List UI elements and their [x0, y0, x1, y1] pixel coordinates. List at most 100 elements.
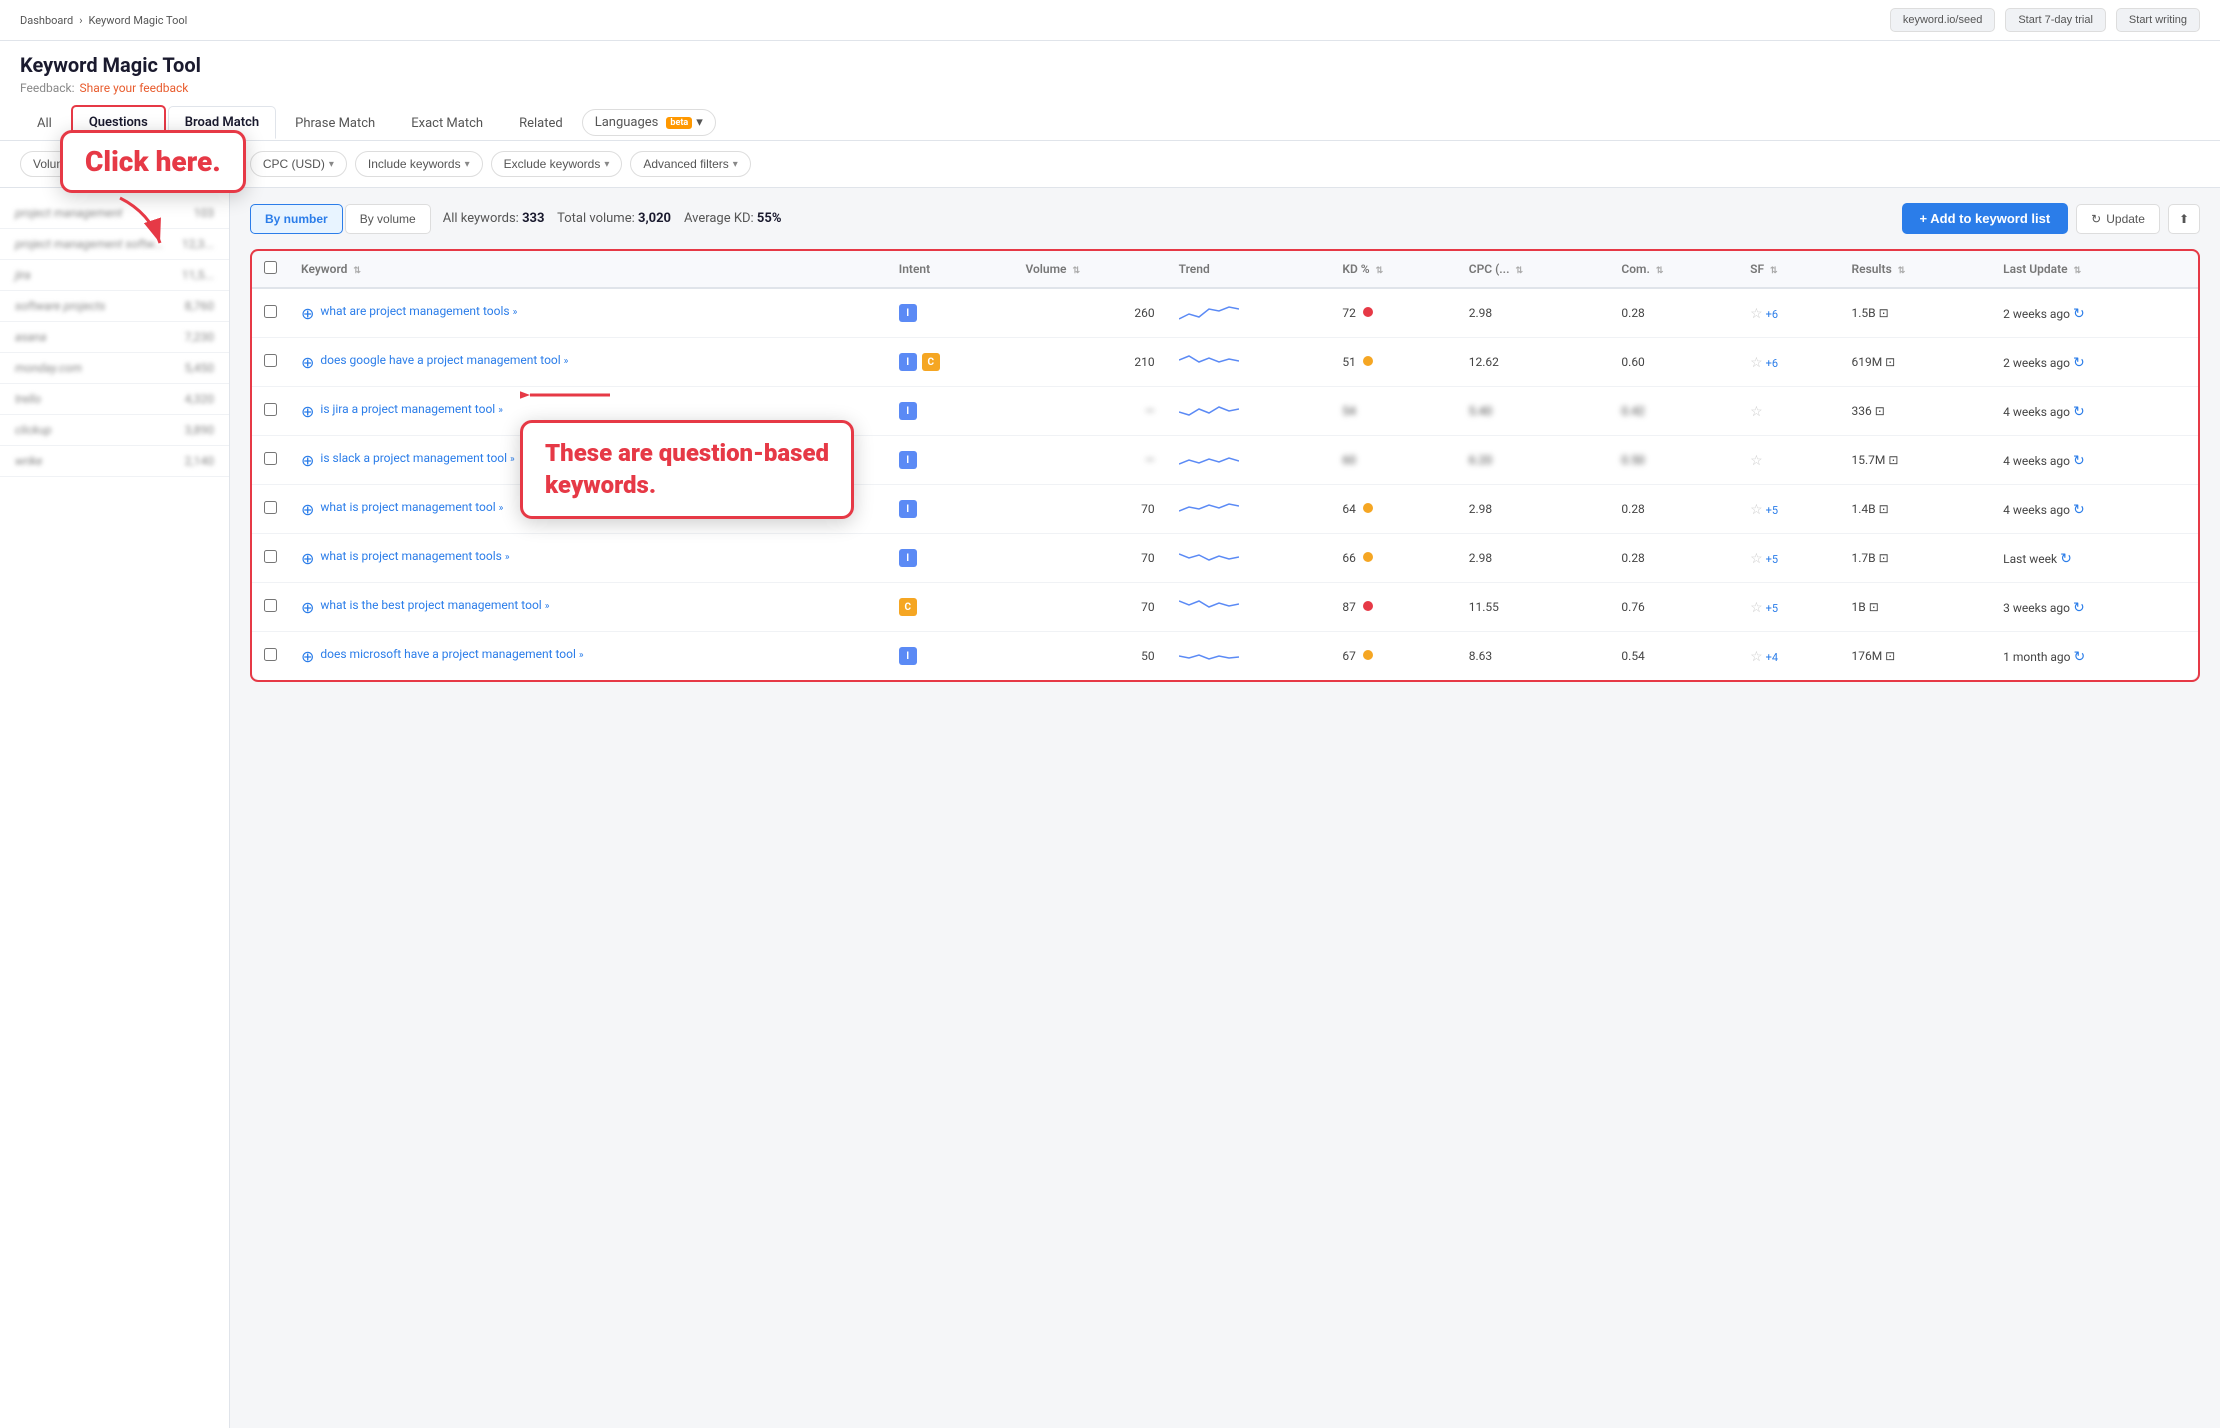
select-all-checkbox[interactable]	[264, 261, 277, 274]
volume-col-header[interactable]: Volume ⇅	[1013, 251, 1166, 288]
results-icon: ⊡	[1879, 306, 1889, 320]
refresh-btn[interactable]: ↻	[2073, 354, 2085, 371]
add-to-keyword-list-btn[interactable]: + Add to keyword list	[1902, 203, 2069, 234]
row-checkbox[interactable]	[264, 452, 277, 465]
chevron-down-icon: ▾	[224, 159, 229, 170]
sf-col-header[interactable]: SF ⇅	[1738, 251, 1839, 288]
tab-questions[interactable]: Questions	[71, 105, 166, 140]
start-writing-btn[interactable]: Start writing	[2116, 8, 2200, 32]
export-btn[interactable]: ⬆	[2168, 204, 2200, 234]
keyword-link[interactable]: is jira a project management tool	[320, 402, 495, 416]
results-col-header[interactable]: Results ⇅	[1839, 251, 1991, 288]
list-item[interactable]: software projects 8,760	[0, 291, 229, 322]
star-btn[interactable]: ☆	[1750, 648, 1763, 665]
keyword-link[interactable]: what is the best project management tool	[320, 598, 541, 612]
tab-all[interactable]: All	[20, 107, 69, 139]
star-btn[interactable]: ☆	[1750, 501, 1763, 518]
expand-keyword-btn[interactable]: ⊕	[301, 402, 314, 421]
expand-keyword-btn[interactable]: ⊕	[301, 353, 314, 372]
upload-icon: ⬆	[2179, 212, 2189, 226]
keyword-link[interactable]: what is project management tools	[320, 549, 501, 563]
list-item[interactable]: trello 4,320	[0, 384, 229, 415]
refresh-btn[interactable]: ↻	[2073, 403, 2085, 420]
expand-keyword-btn[interactable]: ⊕	[301, 549, 314, 568]
intent-badge: I	[899, 647, 917, 665]
seed-url-btn[interactable]: keyword.io/seed	[1890, 8, 1996, 32]
expand-keyword-btn[interactable]: ⊕	[301, 304, 314, 323]
keyword-link[interactable]: what are project management tools	[320, 304, 509, 318]
cpc-col-header[interactable]: CPC (... ⇅	[1457, 251, 1610, 288]
star-btn[interactable]: ☆	[1750, 403, 1763, 420]
trend-col-header[interactable]: Trend	[1167, 251, 1331, 288]
keyword-cell: ⊕ is jira a project management tool »	[289, 387, 887, 436]
intent-col-header[interactable]: Intent	[887, 251, 1014, 288]
keyword-link[interactable]: does google have a project management to…	[320, 353, 560, 367]
row-checkbox[interactable]	[264, 501, 277, 514]
advanced-filters[interactable]: Advanced filters ▾	[630, 151, 750, 177]
star-btn[interactable]: ☆	[1750, 354, 1763, 371]
star-btn[interactable]: ☆	[1750, 550, 1763, 567]
trend-cell	[1167, 436, 1331, 485]
row-checkbox[interactable]	[264, 648, 277, 661]
list-item[interactable]: jira 11,5...	[0, 260, 229, 291]
refresh-btn[interactable]: ↻	[2073, 648, 2085, 665]
trial-btn[interactable]: Start 7-day trial	[2005, 8, 2106, 32]
exclude-keywords-filter[interactable]: Exclude keywords ▾	[491, 151, 623, 177]
com-col-header[interactable]: Com. ⇅	[1609, 251, 1738, 288]
update-btn[interactable]: ↻ Update	[2076, 204, 2160, 234]
view-by-volume-btn[interactable]: By volume	[345, 204, 431, 234]
star-btn[interactable]: ☆	[1750, 305, 1763, 322]
tab-phrase-match[interactable]: Phrase Match	[278, 107, 392, 139]
refresh-btn[interactable]: ↻	[2073, 305, 2085, 322]
keyword-link[interactable]: does microsoft have a project management…	[320, 647, 576, 661]
list-item[interactable]: project management softw... 12,3...	[0, 229, 229, 260]
tab-exact-match[interactable]: Exact Match	[394, 107, 500, 139]
row-checkbox[interactable]	[264, 354, 277, 367]
list-item[interactable]: asana 7,230	[0, 322, 229, 353]
cpc-filter[interactable]: CPC (USD) ▾	[250, 151, 347, 177]
volume-filter[interactable]: Volume ▾	[20, 151, 95, 177]
refresh-btn[interactable]: ↻	[2073, 452, 2085, 469]
feedback-link[interactable]: Share your feedback	[80, 81, 189, 95]
expand-keyword-btn[interactable]: ⊕	[301, 598, 314, 617]
keyword-link[interactable]: is slack a project management tool	[320, 451, 507, 465]
keyword-col-header[interactable]: Keyword ⇅	[289, 251, 887, 288]
expand-keyword-btn[interactable]: ⊕	[301, 500, 314, 519]
com-cell: 0.54	[1609, 632, 1738, 681]
kd-col-header[interactable]: KD % ⇅	[1330, 251, 1456, 288]
table-row: ⊕ what is project management tool » I	[252, 485, 2198, 534]
star-btn[interactable]: ☆	[1750, 452, 1763, 469]
refresh-btn[interactable]: ↻	[2073, 501, 2085, 518]
last-update-col-header[interactable]: Last Update ⇅	[1991, 251, 2198, 288]
breadcrumb-sep: ›	[79, 14, 82, 27]
row-checkbox[interactable]	[264, 550, 277, 563]
list-item[interactable]: clickup 3,890	[0, 415, 229, 446]
sort-icon: ⇅	[353, 266, 361, 276]
row-checkbox[interactable]	[264, 305, 277, 318]
row-checkbox[interactable]	[264, 403, 277, 416]
star-btn[interactable]: ☆	[1750, 599, 1763, 616]
list-item[interactable]: wrike 2,140	[0, 446, 229, 477]
expand-keyword-btn[interactable]: ⊕	[301, 451, 314, 470]
sort-icon: ⇅	[1515, 266, 1523, 276]
trend-chart	[1179, 397, 1239, 422]
intent-filter[interactable]: Intent ▾	[177, 151, 242, 177]
keyword-col-label: Keyword	[301, 262, 347, 276]
sort-icon: ⇅	[1376, 266, 1384, 276]
include-keywords-filter[interactable]: Include keywords ▾	[355, 151, 483, 177]
tab-broad-match[interactable]: Broad Match	[168, 106, 276, 139]
list-item[interactable]: project management 103	[0, 198, 229, 229]
results-count: 333	[522, 211, 544, 226]
kd-filter[interactable]: KD % ▾	[103, 151, 169, 177]
row-checkbox[interactable]	[264, 599, 277, 612]
sort-icon: ⇅	[1656, 266, 1664, 276]
tab-related[interactable]: Related	[502, 107, 580, 139]
view-by-number-btn[interactable]: By number	[250, 204, 343, 234]
expand-keyword-btn[interactable]: ⊕	[301, 647, 314, 666]
chevron-down-icon: ▾	[733, 159, 738, 170]
refresh-btn[interactable]: ↻	[2060, 550, 2072, 567]
keyword-link[interactable]: what is project management tool	[320, 500, 495, 514]
tab-languages[interactable]: Languages beta ▾	[582, 109, 716, 136]
refresh-btn[interactable]: ↻	[2073, 599, 2085, 616]
list-item[interactable]: monday.com 5,450	[0, 353, 229, 384]
